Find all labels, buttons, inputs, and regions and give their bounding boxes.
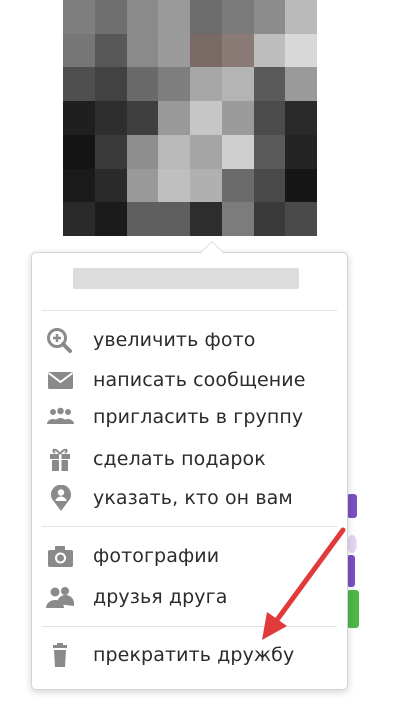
annotation-arrow: [262, 527, 346, 640]
